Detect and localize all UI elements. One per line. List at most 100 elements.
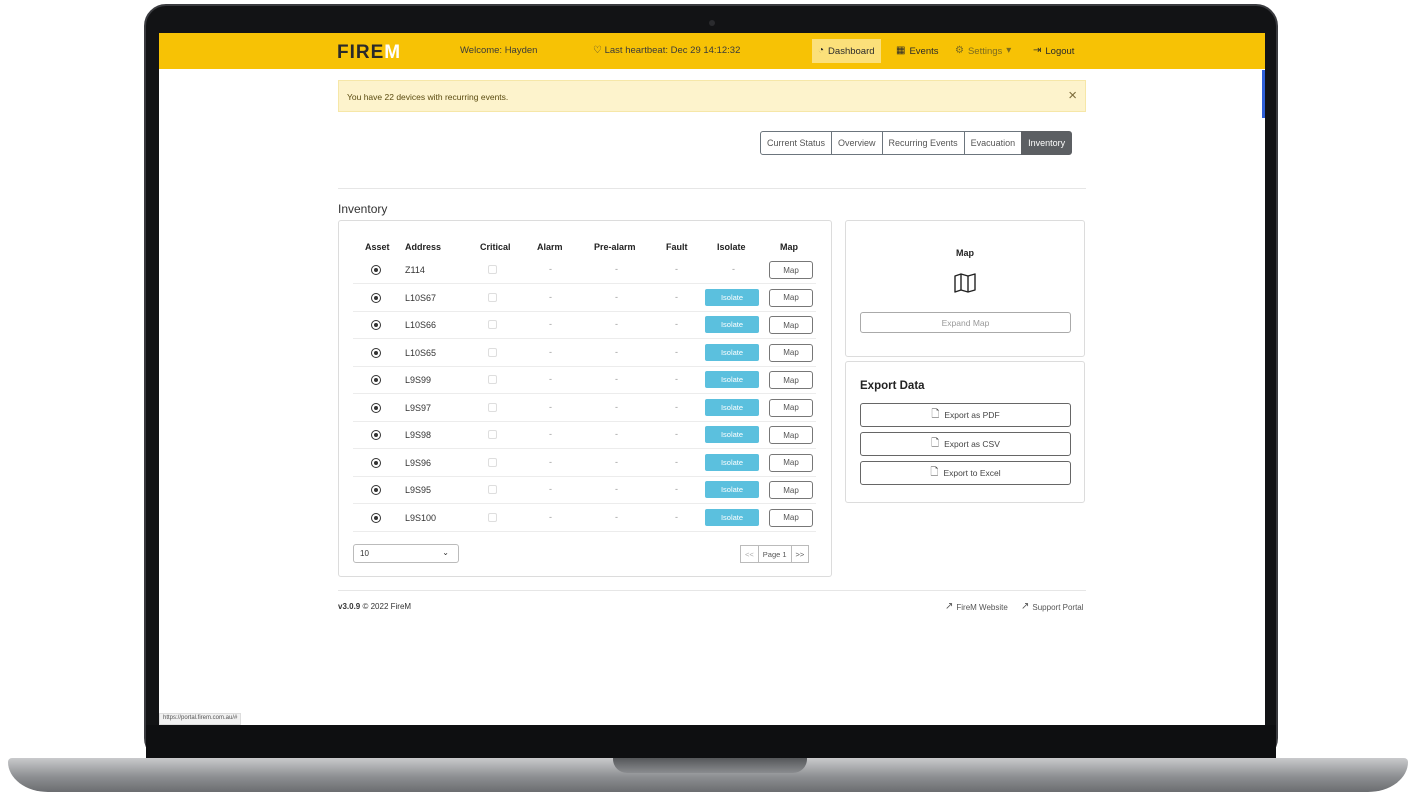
- isolate-button[interactable]: Isolate: [705, 371, 759, 388]
- nav-settings[interactable]: ⚙ Settings ▾: [949, 39, 1017, 63]
- prealarm-cell: -: [615, 374, 618, 384]
- fault-cell: -: [675, 429, 678, 439]
- col-fault: Fault: [666, 242, 688, 252]
- fault-cell: -: [675, 319, 678, 329]
- tab-evacuation[interactable]: Evacuation: [963, 131, 1023, 155]
- critical-checkbox[interactable]: [488, 320, 497, 329]
- asset-radio[interactable]: [371, 430, 381, 440]
- isolate-button[interactable]: Isolate: [705, 398, 759, 416]
- asset-radio[interactable]: [371, 457, 381, 468]
- table-row: L9S95 - - - Isolate Map: [353, 477, 816, 504]
- tab-current-status[interactable]: Current Status: [760, 131, 833, 155]
- map-button[interactable]: Map: [769, 261, 813, 279]
- export-card: Export Data 🗋 Export as PDF 🗋 Export as CS…: [845, 361, 1085, 503]
- prealarm-cell: -: [615, 456, 618, 467]
- isolate-button[interactable]: Isolate: [705, 343, 759, 361]
- address-cell: L10S67: [405, 292, 437, 303]
- critical-checkbox[interactable]: [488, 347, 497, 357]
- critical-checkbox[interactable]: [488, 402, 497, 412]
- prealarm-cell: -: [615, 511, 618, 522]
- export-csv-button[interactable]: 🗋 Export as CSV: [860, 432, 1071, 456]
- alarm-cell: -: [549, 319, 552, 329]
- map-button[interactable]: Map: [769, 426, 813, 444]
- expand-map-button[interactable]: Expand Map: [860, 312, 1071, 333]
- asset-radio[interactable]: [371, 375, 381, 385]
- nav-dashboard[interactable]: ◔ Dashboard: [812, 39, 881, 63]
- prealarm-cell: -: [615, 484, 618, 494]
- critical-checkbox[interactable]: [488, 430, 497, 439]
- footer-divider: [338, 590, 1086, 591]
- table-row: L10S65 - - - Isolate Map: [353, 340, 816, 367]
- isolate-button[interactable]: Isolate: [705, 316, 759, 333]
- address-cell: L9S95: [405, 485, 432, 495]
- export-pdf-button[interactable]: 🗋 Export as PDF: [860, 403, 1071, 427]
- col-address: Address: [405, 242, 442, 252]
- gear-icon: ⚙: [955, 45, 964, 56]
- tab-recurring-events[interactable]: Recurring Events: [881, 131, 965, 155]
- map-button[interactable]: Map: [769, 371, 813, 389]
- alarm-cell: -: [549, 401, 552, 412]
- footer-version: v3.0.9 © 2022 FireM: [338, 602, 412, 611]
- next-page-button[interactable]: >>: [790, 545, 810, 563]
- scrollbar-thumb[interactable]: [1262, 70, 1265, 118]
- nav-logout[interactable]: ⇥ Logout: [1027, 39, 1080, 63]
- table-row: L9S97 - - - Isolate Map: [353, 395, 816, 422]
- heart-icon: ♡: [593, 45, 602, 56]
- file-icon: 🗋: [931, 409, 940, 420]
- asset-radio[interactable]: [371, 347, 381, 358]
- gauge-icon: ◔: [818, 45, 825, 56]
- critical-checkbox[interactable]: [488, 292, 497, 302]
- asset-radio[interactable]: [371, 512, 381, 523]
- isolate-button[interactable]: Isolate: [705, 508, 759, 526]
- critical-checkbox[interactable]: [488, 485, 497, 494]
- export-excel-button[interactable]: 🗋 Export to Excel: [860, 461, 1071, 485]
- critical-checkbox[interactable]: [488, 375, 497, 384]
- isolate-button[interactable]: Isolate: [705, 288, 759, 306]
- firem-logo[interactable]: FIREM: [337, 42, 401, 64]
- map-card: Map Expand Map: [845, 220, 1085, 357]
- close-icon[interactable]: ×: [1068, 87, 1077, 104]
- map-button[interactable]: Map: [769, 316, 813, 334]
- tab-overview[interactable]: Overview: [831, 131, 883, 155]
- table-row: L10S67 - - - Isolate Map: [353, 285, 816, 312]
- map-button[interactable]: Map: [769, 481, 813, 499]
- fault-cell: -: [675, 484, 678, 494]
- map-button[interactable]: Map: [769, 453, 813, 472]
- fault-cell: -: [675, 456, 678, 467]
- critical-checkbox[interactable]: [488, 512, 497, 522]
- fault-cell: -: [675, 346, 678, 357]
- critical-checkbox[interactable]: [488, 265, 497, 274]
- fault-cell: -: [675, 291, 678, 302]
- isolate-button[interactable]: Isolate: [705, 481, 759, 498]
- asset-radio[interactable]: [371, 292, 381, 303]
- asset-radio[interactable]: [371, 320, 381, 330]
- laptop-bezel: [146, 725, 1276, 758]
- support-portal-link[interactable]: ↗ Support Portal: [1021, 602, 1084, 612]
- prealarm-cell: -: [615, 264, 618, 274]
- logout-icon: ⇥: [1033, 45, 1042, 56]
- fault-cell: -: [675, 374, 678, 384]
- map-button[interactable]: Map: [769, 288, 813, 307]
- asset-radio[interactable]: [371, 265, 381, 275]
- asset-radio[interactable]: [371, 402, 381, 413]
- nav-events[interactable]: ▦ Events: [890, 39, 945, 63]
- asset-radio[interactable]: [371, 485, 381, 495]
- map-button[interactable]: Map: [769, 343, 813, 362]
- alarm-cell: -: [549, 291, 552, 302]
- map-button[interactable]: Map: [769, 398, 813, 417]
- table-row: L9S99 - - - Isolate Map: [353, 367, 816, 394]
- isolate-button[interactable]: Isolate: [705, 426, 759, 443]
- firem-website-link[interactable]: ↗ FireM Website: [945, 602, 1008, 612]
- address-cell: L9S97: [405, 402, 432, 413]
- isolate-button[interactable]: Isolate: [705, 453, 759, 471]
- col-map: Map: [780, 242, 798, 252]
- map-button[interactable]: Map: [769, 508, 813, 527]
- tab-inventory[interactable]: Inventory: [1021, 131, 1073, 155]
- prev-page-button[interactable]: <<: [740, 545, 759, 563]
- address-cell: L10S65: [405, 347, 437, 358]
- alarm-cell: -: [549, 346, 552, 357]
- heartbeat-status: ♡ Last heartbeat: Dec 29 14:12:32: [593, 45, 741, 56]
- page-size-select[interactable]: 10 ⌄: [353, 544, 459, 563]
- table-row: Z114 - - - - Map: [353, 257, 816, 284]
- critical-checkbox[interactable]: [488, 457, 497, 467]
